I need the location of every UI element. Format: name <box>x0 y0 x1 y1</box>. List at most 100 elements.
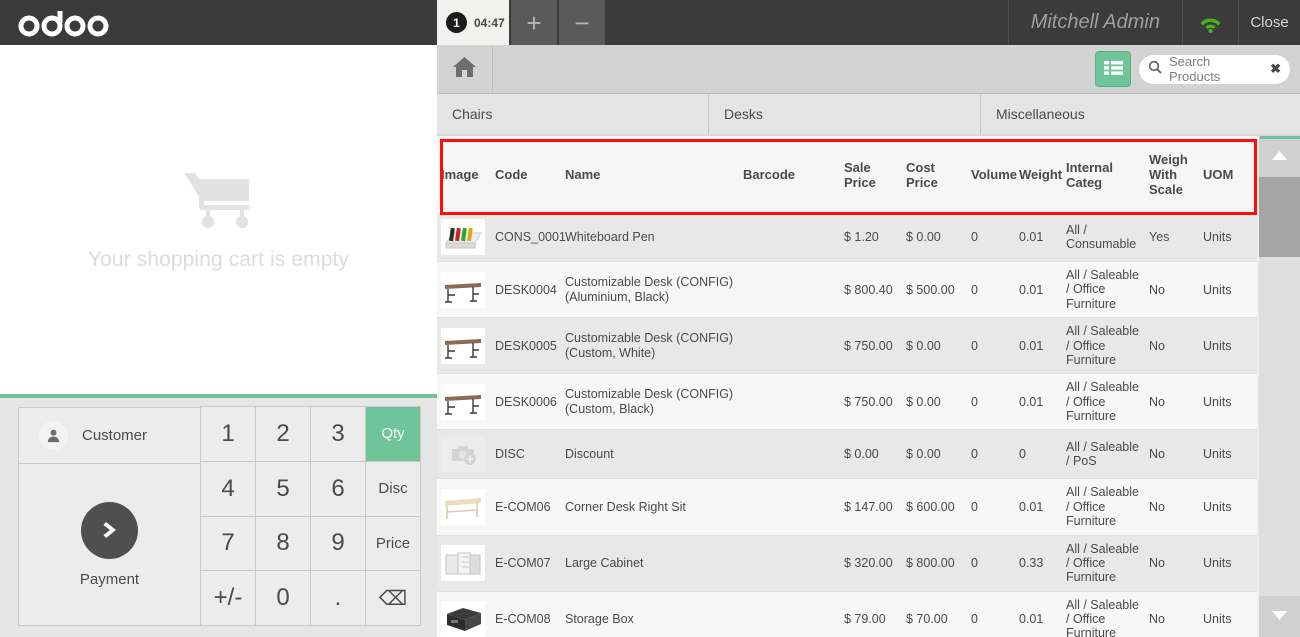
numpad-key-sign[interactable]: +/- <box>200 570 256 626</box>
column-header-uom[interactable]: UOM <box>1199 136 1257 213</box>
numpad-key-6[interactable]: 6 <box>310 460 366 517</box>
product-uom: Units <box>1199 429 1257 480</box>
chevron-up-icon <box>1271 148 1288 166</box>
wifi-icon[interactable] <box>1182 0 1238 45</box>
product-uom: Units <box>1199 317 1257 375</box>
customer-label: Customer <box>82 427 148 444</box>
product-name: Customizable Desk (CONFIG) (Custom, Blac… <box>561 373 739 431</box>
order-tab[interactable]: 1 04:47 <box>437 0 509 45</box>
table-row[interactable]: E-COM06 Corner Desk Right Sit $ 147.00 $ 60… <box>437 478 1257 536</box>
product-volume: 0 <box>967 317 1015 375</box>
product-table: Image Code Name Barcode Sale Price Cost … <box>437 136 1257 637</box>
category-tab-chairs[interactable]: Chairs <box>437 94 709 134</box>
numpad-key-2[interactable]: 2 <box>255 406 311 462</box>
product-weigh-with-scale: No <box>1145 535 1199 592</box>
numpad-key-1[interactable]: 1 <box>200 406 256 462</box>
customizable-desk-thumbnail <box>441 327 485 364</box>
product-barcode <box>739 317 840 375</box>
table-row[interactable]: DESK0005 Customizable Desk (CONFIG) (Cust… <box>437 317 1257 375</box>
list-view-icon[interactable] <box>1095 51 1131 87</box>
product-weigh-with-scale: No <box>1145 261 1199 319</box>
product-barcode <box>739 429 840 480</box>
table-row[interactable]: DESK0004 Customizable Desk (CONFIG) (Alum… <box>437 261 1257 319</box>
product-cost-price: $ 70.00 <box>902 591 967 637</box>
product-list-scrollbar[interactable] <box>1259 136 1300 637</box>
product-internal-categ: All / Saleable / PoS <box>1062 429 1145 480</box>
column-header-barcode[interactable]: Barcode <box>739 136 840 213</box>
product-thumbnail <box>437 317 491 375</box>
product-weight: 0.33 <box>1015 535 1062 592</box>
table-row[interactable]: DISC Discount $ 0.00 $ 0.00 0 0 All / Saleable… <box>437 429 1257 480</box>
home-button[interactable] <box>437 45 493 93</box>
product-thumbnail <box>437 213 491 262</box>
column-header-code[interactable]: Code <box>491 136 561 213</box>
numpad-key-7[interactable]: 7 <box>200 515 256 572</box>
payment-button[interactable]: Payment <box>19 464 200 625</box>
scrollbar-track[interactable] <box>1259 257 1300 596</box>
table-row[interactable]: DESK0006 Customizable Desk (CONFIG) (Cust… <box>437 373 1257 431</box>
numpad-backspace-icon[interactable]: ⌫ <box>365 570 421 626</box>
numpad-key-5[interactable]: 5 <box>255 460 311 517</box>
product-uom: Units <box>1199 591 1257 637</box>
customizable-desk-thumbnail <box>441 383 485 420</box>
close-icon[interactable]: ✖ <box>1270 61 1281 77</box>
product-code: DESK0006 <box>491 373 561 431</box>
column-header-name[interactable]: Name <box>561 136 739 213</box>
column-header-sale-price[interactable]: Sale Price <box>840 136 902 213</box>
product-code: DESK0004 <box>491 261 561 319</box>
product-name: Whiteboard Pen <box>561 213 739 262</box>
numpad-key-4[interactable]: 4 <box>200 460 256 517</box>
column-header-image[interactable]: Image <box>437 136 491 213</box>
cashier-name[interactable]: Mitchell Admin <box>1007 0 1182 45</box>
search-input[interactable]: Search Products ✖ <box>1139 54 1290 84</box>
no-image-placeholder <box>441 436 485 473</box>
product-weigh-with-scale: No <box>1145 373 1199 431</box>
product-list-container[interactable]: Image Code Name Barcode Sale Price Cost … <box>437 136 1300 637</box>
product-weigh-with-scale: No <box>1145 317 1199 375</box>
scroll-down-button[interactable] <box>1259 596 1300 637</box>
numpad-key-3[interactable]: 3 <box>310 406 366 462</box>
column-header-cost-price[interactable]: Cost Price <box>902 136 967 213</box>
column-header-weight[interactable]: Weight <box>1015 136 1062 213</box>
order-panel: Your shopping cart is empty Customer Pay… <box>0 0 437 637</box>
product-barcode <box>739 261 840 319</box>
corner-desk-thumbnail <box>441 488 485 525</box>
numpad-mode-discount[interactable]: Disc <box>365 460 421 517</box>
product-weight: 0.01 <box>1015 261 1062 319</box>
product-thumbnail <box>437 429 491 480</box>
column-header-weigh-with-scale[interactable]: Weigh With Scale <box>1145 136 1199 213</box>
product-cost-price: $ 0.00 <box>902 213 967 262</box>
product-thumbnail <box>437 373 491 431</box>
product-table-body: CONS_0001 Whiteboard Pen $ 1.20 $ 0.00 0 0.01… <box>437 213 1257 637</box>
whiteboard-pen-thumbnail <box>441 219 485 255</box>
numpad-key-0[interactable]: 0 <box>255 570 311 626</box>
set-customer-button[interactable]: Customer <box>19 408 200 464</box>
table-row[interactable]: E-COM07 Large Cabinet $ 320.00 $ 800.00 0 0.3… <box>437 535 1257 592</box>
numpad-key-8[interactable]: 8 <box>255 515 311 572</box>
product-internal-categ: All / Saleable / Office Furniture <box>1062 373 1145 431</box>
numpad-key-9[interactable]: 9 <box>310 515 366 572</box>
product-volume: 0 <box>967 478 1015 536</box>
product-uom: Units <box>1199 261 1257 319</box>
scroll-up-button[interactable] <box>1259 136 1300 177</box>
product-barcode <box>739 213 840 262</box>
remove-order-button[interactable]: − <box>559 0 607 45</box>
table-row[interactable]: E-COM08 Storage Box $ 79.00 $ 70.00 0 0.01 All… <box>437 591 1257 637</box>
chevron-right-icon <box>81 501 138 559</box>
scrollbar-thumb[interactable] <box>1259 177 1300 257</box>
category-tab-desks[interactable]: Desks <box>709 94 981 134</box>
search-placeholder: Search Products <box>1169 54 1221 84</box>
column-header-internal-categ[interactable]: Internal Categ <box>1062 136 1145 213</box>
table-row[interactable]: CONS_0001 Whiteboard Pen $ 1.20 $ 0.00 0 0.01… <box>437 213 1257 262</box>
numpad-key-decimal[interactable]: . <box>310 570 366 626</box>
numpad-mode-qty[interactable]: Qty <box>365 406 421 462</box>
product-weigh-with-scale: No <box>1145 429 1199 480</box>
column-header-volume[interactable]: Volume <box>967 136 1017 213</box>
pos-screen: Your shopping cart is empty Customer Pay… <box>0 0 1300 637</box>
category-tab-miscellaneous[interactable]: Miscellaneous <box>981 94 1300 134</box>
numpad-mode-price[interactable]: Price <box>365 515 421 572</box>
add-order-button[interactable]: + <box>511 0 559 45</box>
close-button[interactable]: Close <box>1238 0 1300 45</box>
empty-cart-text: Your shopping cart is empty <box>87 248 350 271</box>
product-code: DISC <box>491 429 561 480</box>
